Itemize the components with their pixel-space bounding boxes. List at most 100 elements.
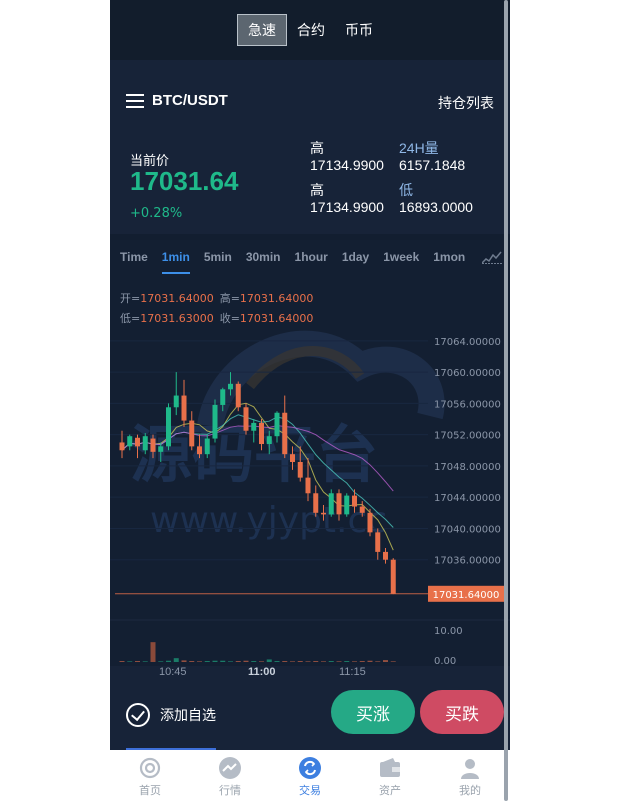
bottom-nav: 首页 行情 交易 资产 我的 [110, 750, 510, 801]
candle-body [197, 446, 202, 455]
volume-bars [119, 642, 396, 662]
y-tick-label: 17040.00000 [434, 524, 501, 535]
x-tick-1100: 11:00 [248, 666, 276, 678]
candle-body [297, 462, 303, 478]
low-value: 17031.63000 [140, 312, 213, 325]
candle-body [290, 454, 295, 462]
candle-body [344, 495, 350, 515]
trade-icon [299, 757, 321, 779]
candle-body [266, 436, 272, 445]
y-tick-label: 17044.00000 [434, 493, 501, 504]
volume-bar [235, 661, 241, 662]
depth-chart-icon[interactable] [482, 250, 502, 264]
volume-bar [173, 658, 179, 662]
positions-list-link[interactable]: 持仓列表 [438, 93, 494, 113]
volume-bar [328, 661, 334, 662]
period-1mon[interactable]: 1mon [433, 240, 465, 274]
candle-body [313, 493, 319, 513]
y-tick-label: 17036.00000 [434, 556, 501, 567]
pair-header: BTC/USDT 持仓列表 [110, 60, 510, 142]
nav-trade-label: 交易 [299, 784, 321, 797]
candle-body [158, 446, 164, 452]
period-1week[interactable]: 1week [383, 240, 419, 274]
volume-bar [297, 661, 303, 662]
volume-bar [274, 661, 280, 662]
nav-profile-label: 我的 [459, 784, 481, 797]
period-tabs: Time 1min 5min 30min 1hour 1day 1week 1m… [110, 240, 510, 274]
nav-profile[interactable]: 我的 [430, 750, 510, 801]
candle-body [150, 438, 156, 452]
buy-up-button[interactable]: 买涨 [331, 690, 415, 734]
top-tabs: 急速 合约 币币 [110, 0, 510, 60]
tab-contract[interactable]: 合约 [287, 15, 335, 45]
candle-body [274, 412, 280, 437]
tab-spot[interactable]: 币币 [335, 15, 383, 45]
volume-bar [158, 661, 164, 662]
stat-high-value: 17134.9900 [310, 157, 384, 173]
kline-chart[interactable]: 源码平台 www.yjypt.cc 开=17031.64000 高=17031.6… [110, 276, 510, 666]
candle-body [212, 404, 218, 439]
nav-market-label: 行情 [219, 784, 241, 797]
x-axis: 10:45 11:00 11:15 [110, 666, 510, 680]
volume-bar [266, 659, 272, 662]
volume-bar [367, 660, 373, 662]
candle-body [181, 395, 187, 421]
tab-express[interactable]: 急速 [237, 14, 287, 46]
y-tick-label: 17060.00000 [434, 368, 501, 379]
volume-bar [359, 661, 365, 662]
volume-bar [313, 661, 319, 662]
volume-bar [127, 661, 133, 662]
candle-body [336, 493, 342, 515]
buy-down-button[interactable]: 买跌 [420, 690, 504, 734]
nav-market[interactable]: 行情 [190, 750, 270, 801]
low-label: 低= [120, 312, 140, 325]
stat-high: 高 17134.9900 [310, 140, 384, 174]
volume-bar [181, 660, 187, 662]
period-1day[interactable]: 1day [342, 240, 369, 274]
candle-body [173, 395, 179, 408]
candle-body [390, 559, 396, 594]
period-time[interactable]: Time [120, 240, 148, 274]
scrollbar[interactable] [504, 0, 508, 801]
open-value: 17031.64000 [140, 292, 213, 305]
volume-bar [352, 661, 357, 662]
volume-bar [220, 660, 226, 662]
check-circle-icon [126, 703, 150, 727]
candle-body [142, 436, 148, 451]
candle-body [259, 422, 264, 445]
candle-body [367, 512, 373, 533]
pair-name: BTC/USDT [152, 92, 228, 109]
period-30min[interactable]: 30min [246, 240, 281, 274]
candle-body [328, 493, 334, 515]
candle-body [352, 495, 357, 507]
y-tick-label: 17064.00000 [434, 337, 501, 348]
action-bar: 添加自选 买涨 买跌 [110, 680, 510, 750]
nav-home[interactable]: 首页 [110, 750, 190, 801]
volume-tick-10: 10.00 [434, 626, 463, 637]
candle-body [282, 412, 288, 455]
stat-high-2-value: 17134.9900 [310, 199, 384, 215]
stat-high-label: 高 [310, 140, 324, 156]
nav-assets[interactable]: 资产 [350, 750, 430, 801]
stat-high-2: 高 17134.9900 [310, 182, 384, 216]
volume-bar [321, 661, 326, 662]
close-label: 收= [220, 311, 240, 325]
candle-body [243, 407, 249, 431]
nav-assets-label: 资产 [379, 784, 401, 797]
add-favorite[interactable]: 添加自选 [126, 703, 216, 727]
volume-bar [204, 661, 210, 662]
stat-low-label: 低 [399, 182, 413, 198]
period-5min[interactable]: 5min [204, 240, 232, 274]
candle-body [166, 407, 171, 447]
volume-bar [251, 661, 257, 662]
period-1min[interactable]: 1min [161, 240, 190, 274]
pair-selector[interactable]: BTC/USDT [126, 92, 228, 109]
svg-text:低=17031.63000收=17031.64000: 低=17031.63000 收=17031.64000 [120, 311, 313, 325]
candle-body [135, 437, 140, 447]
price-change: +0.28% [130, 206, 183, 221]
x-tick-1045: 10:45 [159, 666, 187, 678]
period-1hour[interactable]: 1hour [295, 240, 328, 274]
high-label: 高= [220, 291, 240, 305]
nav-trade[interactable]: 交易 [270, 750, 350, 801]
y-tick-label: 17052.00000 [434, 431, 501, 442]
